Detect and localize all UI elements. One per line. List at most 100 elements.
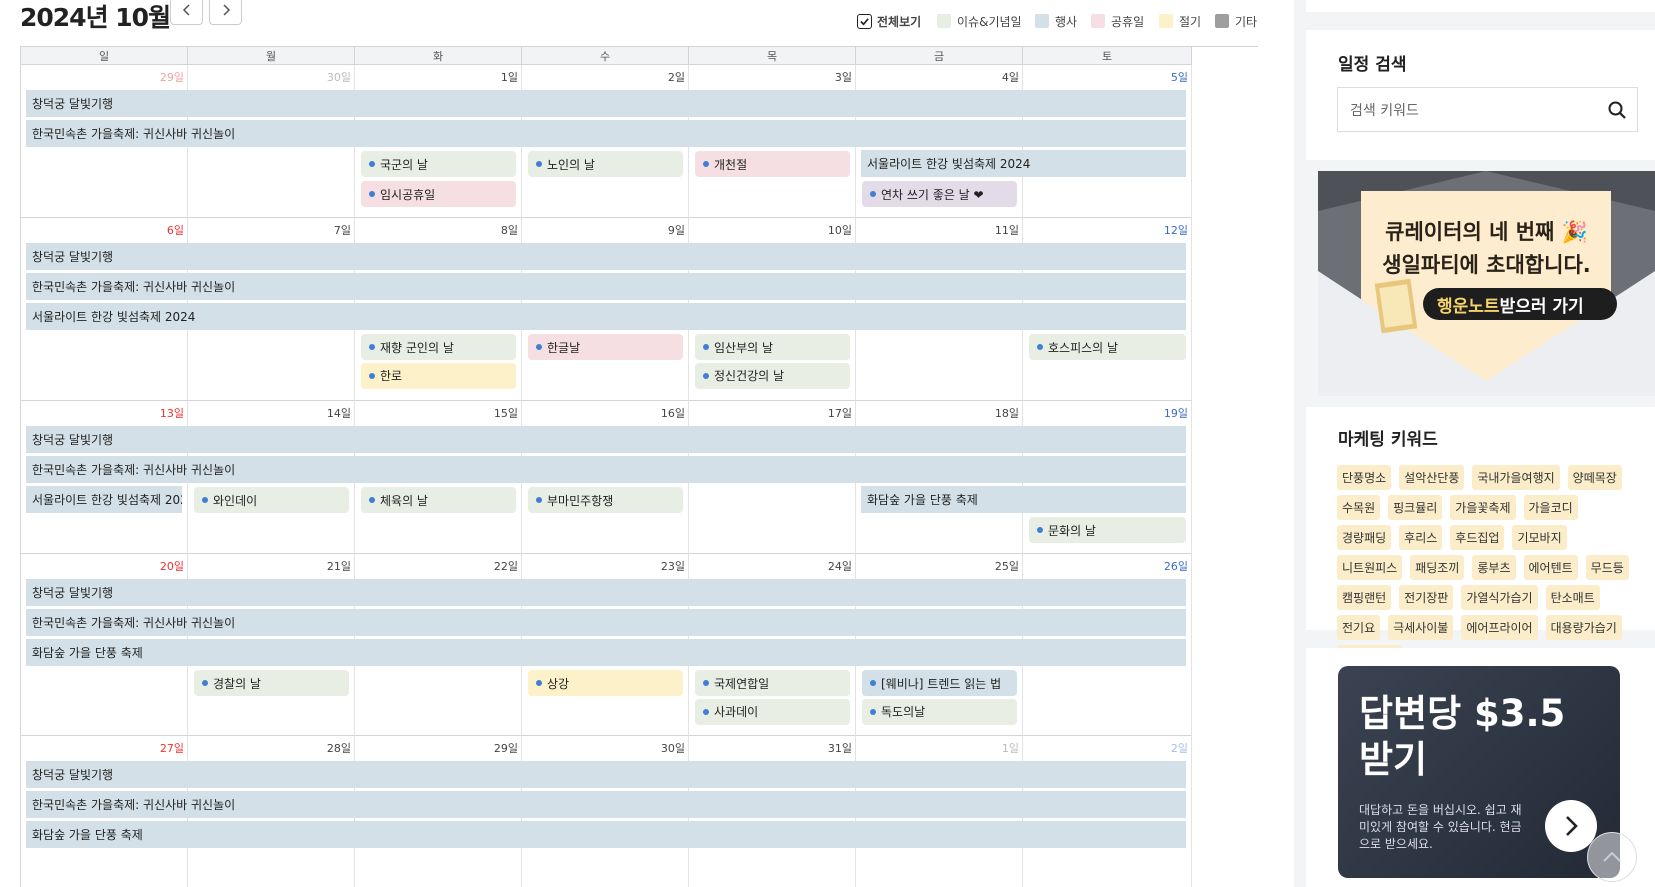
event-pill[interactable]: 와인데이: [194, 487, 349, 513]
event-label: 임시공휴일: [380, 187, 436, 202]
keyword-chip[interactable]: 국내가을여행지: [1472, 465, 1560, 490]
search-icon[interactable]: [1607, 100, 1627, 120]
chevron-right-icon: [1566, 816, 1578, 836]
legend-swatch: [1215, 14, 1229, 28]
keyword-chip[interactable]: 수목원: [1337, 495, 1381, 520]
keyword-chip[interactable]: 전기요: [1337, 615, 1381, 640]
event-label: 호스피스의 날: [1048, 340, 1119, 355]
event-bar[interactable]: 창덕궁 달빛기행: [26, 761, 1186, 788]
event-bar[interactable]: 화담숲 가을 단풍 축제: [26, 821, 1186, 848]
keyword-chip[interactable]: 무드등: [1585, 555, 1629, 580]
event-pill[interactable]: 국제연합일: [695, 670, 850, 696]
keyword-chip[interactable]: 후리스: [1399, 525, 1443, 550]
week-row: 6일 7일 8일 9일 10일 11일 12일 창덕궁 달빛기행 한국민속촌 가을축제: 귀신사…: [21, 218, 1192, 401]
event-pill[interactable]: 한로: [361, 362, 516, 389]
keyword-chip[interactable]: 니트원피스: [1337, 555, 1403, 580]
event-pill[interactable]: 사과데이: [695, 698, 850, 725]
event-pill[interactable]: 경찰의 날: [194, 670, 349, 696]
keyword-chip[interactable]: 기모바지: [1512, 525, 1567, 550]
event-pill[interactable]: 임시공휴일: [361, 181, 516, 207]
prev-month-button[interactable]: [170, 0, 203, 25]
event-pill[interactable]: 노인의 날: [528, 151, 683, 177]
day-number: 5일: [1170, 71, 1188, 84]
keyword-chip[interactable]: 핑크뮬리: [1388, 495, 1443, 520]
event-pill[interactable]: 임산부의 날: [695, 334, 850, 360]
event-bar[interactable]: 화담숲 가을 단풍 축제: [861, 486, 1186, 513]
keyword-chip[interactable]: 후드집업: [1450, 525, 1505, 550]
next-month-button[interactable]: [209, 0, 242, 25]
birthday-banner[interactable]: 큐레이터의 네 번째 🎉 생일파티에 초대합니다. 행운노트 받으러 가기: [1318, 171, 1655, 396]
event-bar[interactable]: 서울라이트 한강 빛섬축제 2024: [26, 303, 1186, 330]
day-number: 12일: [1163, 224, 1188, 237]
event-pill[interactable]: 호스피스의 날: [1029, 334, 1186, 360]
event-label: 사과데이: [714, 705, 759, 719]
keyword-chip[interactable]: 가열식가습기: [1461, 585, 1538, 610]
keyword-chip[interactable]: 롱부츠: [1472, 555, 1516, 580]
event-bar[interactable]: 한국민속촌 가을축제: 귀신사바 귀신놀이: [26, 120, 1186, 147]
legend-etc[interactable]: 기타: [1215, 12, 1257, 30]
event-pill[interactable]: 문화의 날: [1029, 517, 1186, 543]
event-pill[interactable]: 독도의날: [862, 698, 1017, 725]
day-number: 28일: [326, 742, 351, 755]
keyword-chip[interactable]: 극세사이불: [1388, 615, 1454, 640]
legend-season[interactable]: 절기: [1159, 12, 1201, 30]
keyword-chip[interactable]: 단풍명소: [1337, 465, 1392, 490]
event-bar[interactable]: 서울라이트 한강 빛섬축제 2024: [26, 486, 182, 513]
keyword-chip[interactable]: 패딩조끼: [1410, 555, 1465, 580]
day-number: 10일: [827, 224, 852, 237]
event-dot-icon: [703, 344, 709, 350]
event-bar[interactable]: 한국민속촌 가을축제: 귀신사바 귀신놀이: [26, 456, 1186, 483]
keyword-chip[interactable]: 가을코디: [1523, 495, 1578, 520]
event-bar[interactable]: 한국민속촌 가을축제: 귀신사바 귀신놀이: [26, 273, 1186, 300]
event-pill[interactable]: 부마민주항쟁: [528, 487, 683, 513]
legend-event[interactable]: 행사: [1035, 12, 1077, 30]
search-input[interactable]: 검색 키워드: [1337, 87, 1638, 132]
banner-cta-button[interactable]: 행운노트 받으러 가기: [1423, 288, 1617, 320]
event-bar[interactable]: 창덕궁 달빛기행: [26, 579, 1186, 606]
legend-issue[interactable]: 이슈&기념일: [937, 12, 1022, 30]
event-bar[interactable]: 창덕궁 달빛기행: [26, 90, 1186, 117]
event-bar[interactable]: 서울라이트 한강 빛섬축제 2024: [861, 150, 1186, 177]
event-bar[interactable]: 한국민속촌 가을축제: 귀신사바 귀신놀이: [26, 791, 1186, 818]
day-number: 25일: [994, 560, 1019, 573]
keyword-chip[interactable]: 에어텐트: [1523, 555, 1578, 580]
legend-all[interactable]: 전체보기: [857, 12, 921, 30]
legend-holiday[interactable]: 공휴일: [1091, 12, 1144, 30]
banner-cta-label: 받으러 가기: [1499, 296, 1584, 317]
event-dot-icon: [536, 497, 542, 503]
keyword-chip[interactable]: 캠핑랜턴: [1337, 585, 1392, 610]
day-number: 2일: [667, 71, 685, 84]
event-bar[interactable]: 창덕궁 달빛기행: [26, 426, 1186, 453]
keyword-chip[interactable]: 양떼목장: [1567, 465, 1622, 490]
week-row: 27일 28일 29일 30일 31일 1일 2일 창덕궁 달빛기행 한국민속촌 가을축제: 귀…: [21, 736, 1192, 887]
keyword-chip[interactable]: 경량패딩: [1337, 525, 1392, 550]
event-pill[interactable]: 재향 군인의 날: [361, 334, 516, 360]
event-pill[interactable]: 한글날: [528, 334, 683, 360]
keyword-chip[interactable]: 전기장판: [1399, 585, 1454, 610]
event-pill[interactable]: 정신건강의 날: [695, 362, 850, 389]
event-pill[interactable]: 연차 쓰기 좋은 날 ❤: [862, 181, 1017, 207]
checkbox-icon[interactable]: [857, 13, 872, 29]
keyword-chip[interactable]: 에어프라이어: [1461, 615, 1538, 640]
day-number: 2일: [1170, 742, 1188, 755]
scroll-top-button[interactable]: [1587, 832, 1637, 882]
day-number: 30일: [660, 742, 685, 755]
legend-label: 공휴일: [1111, 14, 1145, 29]
day-number: 9일: [667, 224, 685, 237]
event-bar[interactable]: 한국민속촌 가을축제: 귀신사바 귀신놀이: [26, 609, 1186, 636]
day-number: 23일: [660, 560, 685, 573]
keyword-chip[interactable]: 설악산단풍: [1399, 465, 1465, 490]
legend-label: 이슈&기념일: [957, 14, 1022, 29]
event-pill[interactable]: 상강: [528, 670, 683, 696]
keyword-chip[interactable]: 대용량가습기: [1545, 615, 1622, 640]
event-bar[interactable]: 화담숲 가을 단풍 축제: [26, 639, 1186, 666]
ad-banner[interactable]: 답변당 $3.5 받기 대답하고 돈을 버십시오. 쉽고 재미있게 참여할 수 …: [1338, 666, 1620, 878]
keyword-chip[interactable]: 가을꽃축제: [1450, 495, 1516, 520]
event-dot-icon: [1037, 527, 1043, 533]
event-pill[interactable]: 국군의 날: [361, 151, 516, 177]
keyword-chip[interactable]: 탄소매트: [1545, 585, 1600, 610]
event-pill[interactable]: [웨비나] 트렌드 읽는 법: [862, 670, 1017, 696]
event-pill[interactable]: 개천절: [695, 151, 850, 177]
event-pill[interactable]: 체육의 날: [361, 487, 516, 513]
event-bar[interactable]: 창덕궁 달빛기행: [26, 243, 1186, 270]
